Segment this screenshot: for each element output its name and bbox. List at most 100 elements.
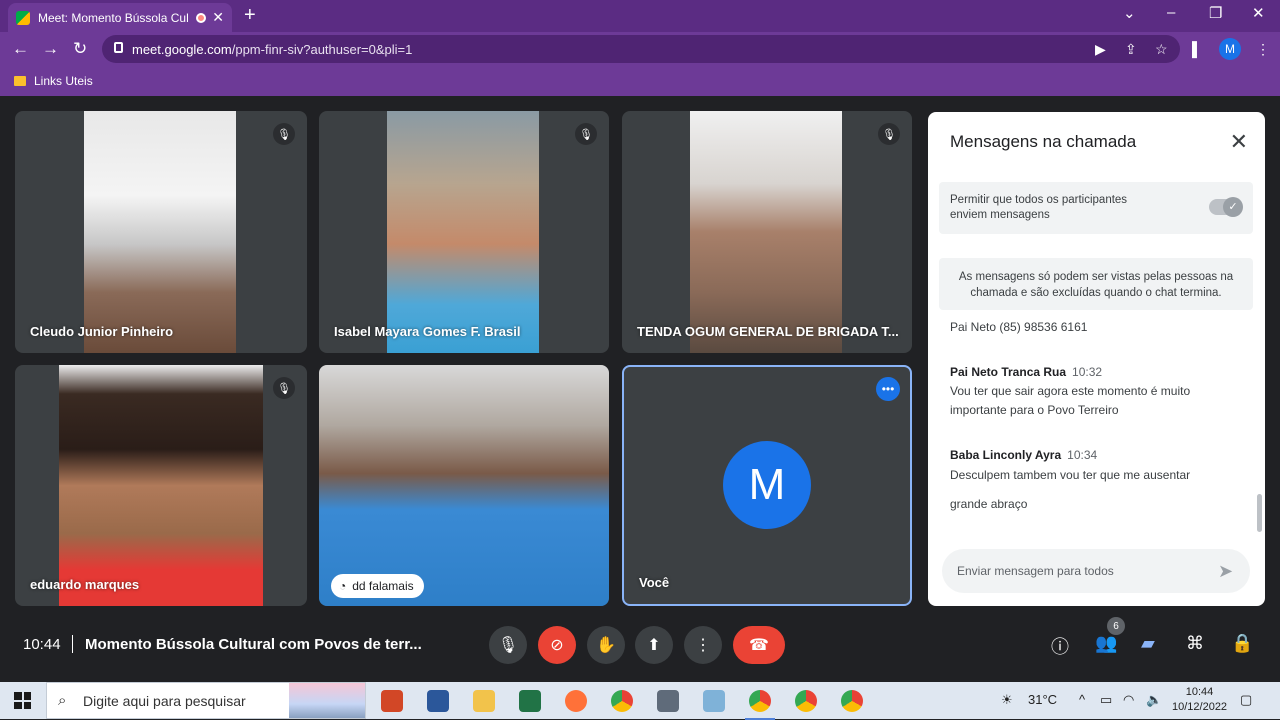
chat-message-input[interactable]: Enviar mensagem para todos ➤: [942, 549, 1250, 593]
chat-input-placeholder: Enviar mensagem para todos: [957, 564, 1114, 578]
battery-icon[interactable]: ▭: [1100, 692, 1112, 708]
profile-avatar[interactable]: M: [1219, 38, 1241, 60]
chat-message-header: Pai Neto Tranca Rua 10:32: [950, 365, 1102, 379]
browser-tab[interactable]: Meet: Momento Bússola Cul ✕: [8, 3, 232, 32]
excel-icon[interactable]: [519, 690, 541, 712]
windows-taskbar: ⌕ Digite aqui para pesquisar ☀ 31°C ^ ▭ …: [0, 682, 1280, 720]
participant-name: Cleudo Junior Pinheiro: [30, 324, 174, 339]
weather-temperature[interactable]: 31°C: [1028, 692, 1057, 707]
tab-search-icon[interactable]: ⌄: [1123, 4, 1136, 22]
participant-tile[interactable]: ◔ dd falamais: [319, 365, 609, 606]
word-icon[interactable]: [427, 690, 449, 712]
system-clock[interactable]: 10:44 10/12/2022: [1172, 685, 1227, 715]
more-options-icon[interactable]: •••: [876, 377, 900, 401]
chrome-profile-s-icon[interactable]: [841, 690, 863, 712]
forward-arrow-icon[interactable]: →: [42, 39, 59, 59]
microphone-icon: 🎙: [497, 637, 519, 654]
clock-time: 10:44: [1185, 686, 1214, 698]
mic-off-icon: 🎙: [575, 123, 597, 145]
message-sender: Baba Linconly Ayra: [950, 448, 1062, 462]
participant-video: [84, 111, 236, 353]
tab-title: Meet: Momento Bússola Cul: [38, 10, 189, 25]
participant-tile[interactable]: 🎙 TENDA OGUM GENERAL DE BRIGADA T...: [622, 111, 912, 353]
host-controls-lock-icon[interactable]: 🔒: [1231, 633, 1253, 654]
folder-icon: [14, 76, 26, 86]
send-icon[interactable]: ➤: [1218, 561, 1238, 581]
meeting-info-icon[interactable]: ⓘ: [1051, 633, 1069, 659]
notes-icon[interactable]: [703, 690, 725, 712]
message-time: 10:32: [1072, 365, 1103, 379]
present-screen-button[interactable]: ⬆: [635, 626, 673, 664]
url-path: /ppm-finr-siv?authuser=0&pli=1: [231, 41, 413, 57]
clock-date: 10/12/2022: [1172, 701, 1228, 713]
chat-message-header: Baba Linconly Ayra 10:34: [950, 448, 1097, 462]
close-window-button[interactable]: ✕: [1252, 4, 1265, 22]
participant-name: eduardo marques: [30, 577, 140, 592]
weather-sun-icon[interactable]: ☀: [1001, 692, 1013, 708]
search-icon: ⌕: [58, 692, 67, 709]
chat-message-line: Desculpem tambem vou ter que me ausentar: [950, 468, 1191, 482]
meeting-title: Momento Bússola Cultural com Povos de te…: [85, 636, 422, 653]
more-options-button[interactable]: ⋮: [684, 626, 722, 664]
chrome-icon[interactable]: [795, 690, 817, 712]
taskbar-search-box[interactable]: ⌕ Digite aqui para pesquisar: [46, 682, 366, 719]
speaking-hand-icon: ◔: [339, 579, 347, 593]
chrome-menu-icon[interactable]: ⋮: [1256, 41, 1270, 58]
search-highlight-image: [289, 683, 365, 718]
volume-icon[interactable]: 🔈: [1146, 692, 1162, 708]
participant-count-badge: 6: [1107, 617, 1125, 635]
people-icon[interactable]: 👥: [1095, 633, 1117, 654]
end-call-button[interactable]: ☎: [733, 626, 785, 664]
bookmark-folder-links-uteis[interactable]: Links Uteis: [34, 74, 93, 88]
tab-close-icon[interactable]: ✕: [212, 9, 224, 26]
side-panel-icon[interactable]: ▌: [1192, 41, 1202, 57]
camera-icon[interactable]: ▶: [1095, 41, 1106, 58]
allow-messages-toggle[interactable]: ✓: [1209, 197, 1243, 217]
participant-tile[interactable]: 🎙 Cleudo Junior Pinheiro: [15, 111, 307, 353]
notifications-icon[interactable]: ▢: [1240, 692, 1252, 708]
minimize-button[interactable]: –: [1167, 4, 1175, 21]
camera-off-icon: ⊘: [550, 637, 564, 654]
windows-start-icon[interactable]: [14, 692, 31, 709]
mic-off-icon: 🎙: [273, 377, 295, 399]
close-icon[interactable]: ✕: [1230, 129, 1248, 155]
raise-hand-button[interactable]: ✋: [587, 626, 625, 664]
self-tile[interactable]: M ••• Você: [622, 365, 912, 606]
reload-icon[interactable]: ↻: [73, 39, 87, 59]
wifi-icon[interactable]: ◠: [1123, 692, 1134, 708]
firefox-icon[interactable]: [565, 690, 587, 712]
chat-notice: As mensagens só podem ser vistas pelas p…: [939, 258, 1253, 310]
chat-icon[interactable]: ▰: [1141, 633, 1155, 654]
bookmark-star-icon[interactable]: ☆: [1155, 41, 1168, 58]
address-bar[interactable]: meet.google.com/ppm-finr-siv?authuser=0&…: [102, 35, 1180, 63]
back-arrow-icon[interactable]: ←: [12, 39, 29, 59]
message-time: 10:34: [1067, 448, 1098, 462]
participant-video: [387, 111, 539, 353]
participant-video: [319, 365, 609, 606]
tray-chevron-icon[interactable]: ^: [1079, 692, 1085, 707]
participant-tile[interactable]: 🎙 Isabel Mayara Gomes F. Brasil: [319, 111, 609, 353]
chat-message-line: importante para o Povo Terreiro: [950, 403, 1119, 417]
calculator-icon[interactable]: [657, 690, 679, 712]
participant-video: [59, 365, 263, 606]
new-tab-button[interactable]: +: [244, 4, 256, 27]
chrome-profile-m-icon[interactable]: [745, 690, 775, 720]
mic-off-icon: 🎙: [878, 123, 900, 145]
check-icon: ✓: [1223, 197, 1243, 217]
divider: [72, 635, 73, 653]
chat-scrollbar[interactable]: [1257, 494, 1262, 532]
maximize-button[interactable]: ❐: [1209, 4, 1222, 22]
url-domain: meet.google.com: [132, 41, 232, 57]
powerpoint-icon[interactable]: [381, 690, 403, 712]
mic-off-icon: 🎙: [273, 123, 295, 145]
share-icon[interactable]: ⇪: [1125, 41, 1137, 58]
activities-icon[interactable]: ⌘: [1186, 633, 1204, 654]
camera-off-button[interactable]: ⊘: [538, 626, 576, 664]
participant-tile[interactable]: 🎙 eduardo marques: [15, 365, 307, 606]
chrome-icon[interactable]: [611, 690, 633, 712]
search-placeholder: Digite aqui para pesquisar: [83, 692, 246, 709]
file-explorer-icon[interactable]: [473, 690, 495, 712]
microphone-button[interactable]: 🎙: [489, 626, 527, 664]
meeting-clock: 10:44: [23, 636, 61, 653]
chat-panel: Mensagens na chamada ✕ Permitir que todo…: [928, 112, 1265, 606]
